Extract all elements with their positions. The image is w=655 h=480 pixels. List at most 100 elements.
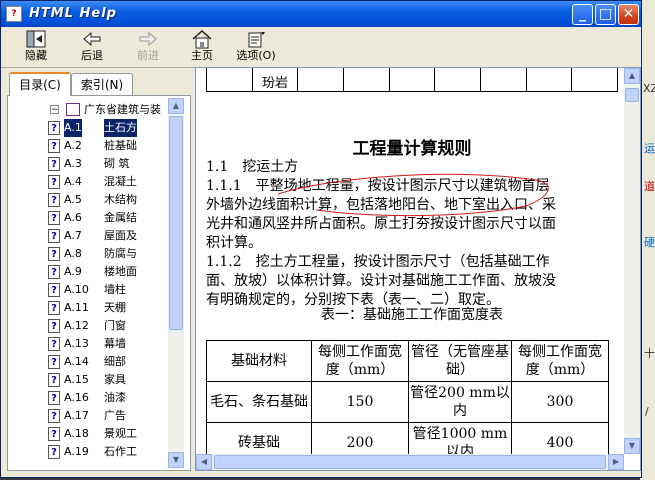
tree-item-label: 景观工	[104, 427, 137, 440]
tree-item-number: A.14	[64, 355, 89, 368]
tree-item-label: 桩基础	[104, 139, 137, 152]
tree-item[interactable]: ? A.6 金属结	[12, 209, 166, 227]
tree-item[interactable]: ? A.10 墙柱	[12, 281, 166, 299]
tree-item-number: A.13	[64, 337, 89, 350]
help-topic-icon: ?	[48, 229, 60, 243]
tree-item[interactable]: ? A.14 细部	[12, 353, 166, 371]
tree-item[interactable]: ?A.20其他	[12, 461, 166, 463]
tree-item[interactable]: ? A.11 天棚	[12, 299, 166, 317]
tree-item[interactable]: ? A.15 家具	[12, 371, 166, 389]
tree-item-label: 天棚	[104, 301, 126, 314]
options-button[interactable]: 选项(O)	[233, 29, 279, 65]
home-button[interactable]: 主页	[179, 29, 225, 65]
content-pane: 玢岩 工程量计算规则 1.1 挖运土方 1.1.1 平整场地工程量，按设计图示尺…	[195, 67, 641, 471]
tree-item-number: A.10	[64, 283, 89, 296]
tree-item[interactable]: ? A.17 广告	[12, 407, 166, 425]
title-bar[interactable]: ? HTML Help _ □ ✕	[1, 1, 641, 27]
tree-item[interactable]: ? A.19 石作工	[12, 443, 166, 461]
tree-item[interactable]: ? A.16 油漆	[12, 389, 166, 407]
tree-item-label: 幕墙	[104, 337, 126, 350]
content-scrollbar[interactable]: ▲ ▼	[624, 68, 640, 454]
bg-fragment: /	[645, 405, 649, 418]
tree-item-number: A.6	[64, 211, 82, 224]
help-topic-icon: ?	[48, 373, 60, 387]
help-topic-icon: ?	[48, 265, 60, 279]
tree-item-number: A.2	[64, 139, 82, 152]
tree-item-label: 土石方	[104, 119, 137, 137]
help-topic-icon: ?	[48, 409, 60, 423]
help-topic-icon: ?	[48, 193, 60, 207]
help-topic-icon: ?	[48, 121, 60, 135]
tree-item-number: A.9	[64, 265, 82, 278]
help-topic-icon: ?	[48, 301, 60, 315]
tree-item[interactable]: ? A.1 土石方	[12, 119, 166, 137]
close-button[interactable]: ✕	[618, 4, 639, 25]
scroll-down-arrow-icon[interactable]: ▼	[624, 438, 640, 454]
tree-scroll-thumb[interactable]	[169, 116, 183, 330]
hide-button[interactable]: 隐藏	[13, 29, 59, 65]
tree-item-label: 防腐与	[104, 247, 137, 260]
bg-fragment: 十	[644, 347, 655, 360]
minimize-icon: _	[579, 6, 586, 22]
tree-item-label: 金属结	[104, 211, 137, 224]
forward-arrow-icon	[139, 31, 157, 47]
tree-item-label: 石作工	[104, 445, 137, 458]
tree-item-number: A.11	[64, 301, 89, 314]
content-hscroll-thumb[interactable]	[214, 455, 606, 469]
tree-item[interactable]: ? A.7 屋面及	[12, 227, 166, 245]
help-topic-icon: ?	[48, 427, 60, 441]
help-topic-icon: ?	[48, 283, 60, 297]
tree-item-number: A.17	[64, 409, 89, 422]
minimize-button[interactable]: _	[572, 4, 593, 25]
table-row: 毛石、条石基础 150 管径200 mm以内 300	[206, 381, 609, 423]
tree-item-label: 混凝土	[104, 175, 137, 188]
tree-item-number: A.7	[64, 229, 82, 242]
contents-tree: − 广东省建筑与装 ? A.1 土石方? A.2 桩基础? A.3 砌 筑? A.4 混凝土? A…	[12, 101, 166, 463]
maximize-icon: □	[598, 6, 613, 22]
tree-item[interactable]: ? A.13 幕墙	[12, 335, 166, 353]
tree-item[interactable]: ? A.12 门窗	[12, 317, 166, 335]
tree-item[interactable]: ? A.8 防腐与	[12, 245, 166, 263]
html-help-window: ? HTML Help _ □ ✕ 隐藏 后退 前进 主页 选项(O) 目录(C…	[0, 0, 642, 478]
contents-tree-panel: − 广东省建筑与装 ? A.1 土石方? A.2 桩基础? A.3 砌 筑? A.4 混凝土? A…	[7, 95, 191, 471]
help-topic-icon: ?	[48, 247, 60, 261]
section-heading: 1.1 挖运土方	[206, 159, 299, 175]
scroll-right-arrow-icon[interactable]: ▶	[608, 454, 624, 470]
tree-item[interactable]: ? A.18 景观工	[12, 425, 166, 443]
scroll-down-arrow-icon[interactable]: ▼	[168, 452, 184, 468]
help-topic-icon: ?	[48, 355, 60, 369]
collapse-icon[interactable]: −	[50, 105, 59, 115]
navigation-pane: 目录(C) 索引(N) − 广东省建筑与装 ? A.1 土石方? A.2 桩基础 ? A.3…	[7, 72, 191, 471]
tab-contents[interactable]: 目录(C)	[9, 72, 71, 96]
tree-item-label: 广告	[104, 409, 126, 422]
tree-scrollbar[interactable]: ▲ ▼	[168, 98, 184, 468]
help-app-icon: ?	[6, 6, 22, 22]
tree-item[interactable]: ? A.5 木结构	[12, 191, 166, 209]
content-scroll-thumb[interactable]	[625, 88, 639, 102]
page-title: 工程量计算规则	[352, 139, 472, 159]
maximize-button[interactable]: □	[595, 4, 616, 25]
bg-fragment: 硬	[644, 236, 655, 249]
back-arrow-icon	[83, 31, 101, 47]
content-hscrollbar[interactable]: ◀ ▶	[196, 454, 624, 470]
forward-button[interactable]: 前进	[125, 29, 171, 65]
scroll-up-arrow-icon[interactable]: ▲	[624, 68, 640, 84]
tree-item[interactable]: ? A.9 楼地面	[12, 263, 166, 281]
help-topic-icon: ?	[48, 337, 60, 351]
tab-index[interactable]: 索引(N)	[71, 73, 133, 95]
help-topic-icon: ?	[48, 391, 60, 405]
tree-item-label: 其他	[104, 461, 126, 463]
scroll-up-arrow-icon[interactable]: ▲	[168, 98, 184, 114]
window-title: HTML Help	[29, 6, 117, 21]
back-button[interactable]: 后退	[69, 29, 115, 65]
tree-root[interactable]: − 广东省建筑与装	[12, 101, 166, 119]
home-icon	[192, 29, 212, 49]
tree-item[interactable]: ? A.3 砌 筑	[12, 155, 166, 173]
window-bottom-edge	[1, 471, 641, 477]
tree-item[interactable]: ? A.2 桩基础	[12, 137, 166, 155]
tree-item[interactable]: ? A.4 混凝土	[12, 173, 166, 191]
background-window: XZ 运 道 硬 十 /	[640, 0, 655, 480]
tree-item-number: A.15	[64, 373, 89, 386]
scroll-left-arrow-icon[interactable]: ◀	[196, 454, 212, 470]
help-topic-icon: ?	[48, 139, 60, 153]
